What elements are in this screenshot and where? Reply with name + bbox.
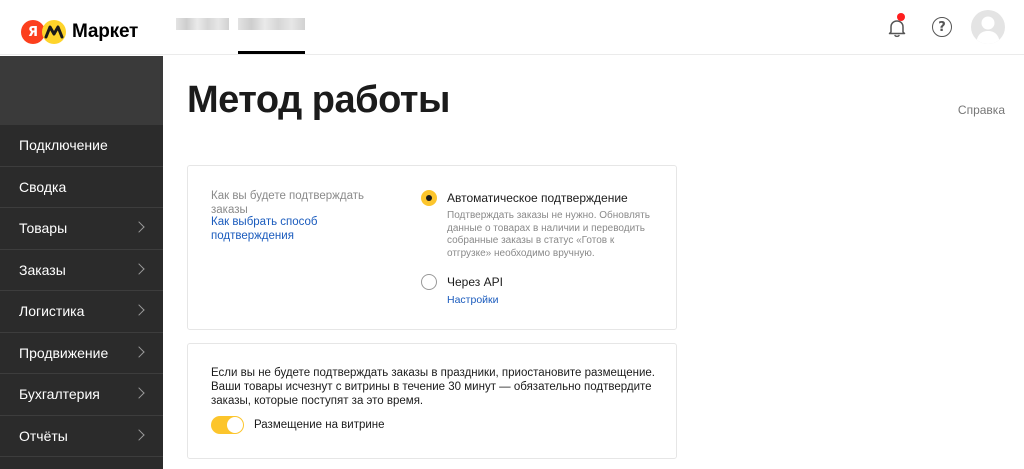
sidebar-item-summary[interactable]: Сводка [0, 167, 163, 208]
holiday-placement-notice: Если вы не будете подтверждать заказы в … [211, 367, 655, 407]
top-tab-2[interactable] [238, 18, 305, 30]
sidebar-item-accounting[interactable]: Бухгалтерия [0, 374, 163, 416]
sidebar-item-reports[interactable]: Отчёты [0, 416, 163, 457]
notification-badge-dot [897, 13, 905, 21]
sidebar-item-promotion[interactable]: Продвижение [0, 333, 163, 374]
bell-icon [888, 20, 906, 38]
placement-toggle[interactable] [211, 416, 244, 434]
help-link[interactable]: Справка [958, 103, 1005, 117]
sidebar-item-label: Бухгалтерия [19, 386, 100, 403]
top-header: Я Маркет ? [0, 0, 1024, 55]
chevron-right-icon [133, 221, 145, 233]
chevron-right-icon [133, 346, 145, 358]
sidebar-item-orders[interactable]: Заказы [0, 250, 163, 291]
page-title: Метод работы [187, 79, 450, 121]
chevron-right-icon [133, 387, 145, 399]
user-avatar[interactable] [971, 10, 1005, 44]
logo-text: Маркет [72, 21, 139, 42]
api-settings-link[interactable]: Настройки [447, 294, 499, 306]
chevron-right-icon [133, 429, 145, 441]
sidebar-item-label: Логистика [19, 303, 85, 320]
sidebar-item-label: Товары [19, 220, 68, 237]
chevron-right-icon [133, 304, 145, 316]
sidebar-item-logistics[interactable]: Логистика [0, 291, 163, 333]
how-to-choose-link[interactable]: Как выбрать способ подтверждения [211, 215, 361, 243]
sidebar: Подключение Сводка Товары Заказы Логисти… [0, 56, 163, 469]
confirmation-method-label: Как вы будете подтверждать заказы [211, 190, 364, 216]
sidebar-item-connection[interactable]: Подключение [0, 125, 163, 167]
sidebar-item-label: Отчёты [19, 427, 68, 444]
sidebar-item-label: Сводка [19, 178, 67, 195]
yandex-market-logo[interactable]: Я Маркет [21, 19, 138, 45]
confirmation-method-card: Как вы будете подтверждать заказы Как вы… [187, 165, 677, 330]
sidebar-item-products[interactable]: Товары [0, 208, 163, 250]
question-icon: ? [938, 19, 946, 35]
api-confirm-title[interactable]: Через API [447, 275, 503, 289]
active-tab-indicator [238, 51, 305, 54]
sidebar-item-label: Подключение [19, 137, 108, 154]
chevron-right-icon [133, 263, 145, 275]
placement-toggle-label[interactable]: Размещение на витрине [254, 419, 385, 431]
top-tab-1[interactable] [176, 18, 229, 30]
placement-card: Если вы не будете подтверждать заказы в … [187, 343, 677, 459]
sidebar-item-label: Продвижение [19, 344, 109, 361]
sidebar-item-label: Заказы [19, 261, 66, 278]
market-logo-icon [42, 20, 66, 44]
sidebar-business-switcher[interactable] [0, 56, 163, 125]
auto-confirm-radio[interactable] [421, 190, 437, 206]
user-avatar-icon [976, 16, 1000, 44]
auto-confirm-description: Подтверждать заказы не нужно. Обновлять … [447, 210, 650, 259]
help-button[interactable]: ? [932, 17, 952, 37]
api-confirm-radio[interactable] [421, 274, 437, 290]
sidebar-menu: Подключение Сводка Товары Заказы Логисти… [0, 125, 163, 457]
auto-confirm-title[interactable]: Автоматическое подтверждение [447, 191, 628, 205]
